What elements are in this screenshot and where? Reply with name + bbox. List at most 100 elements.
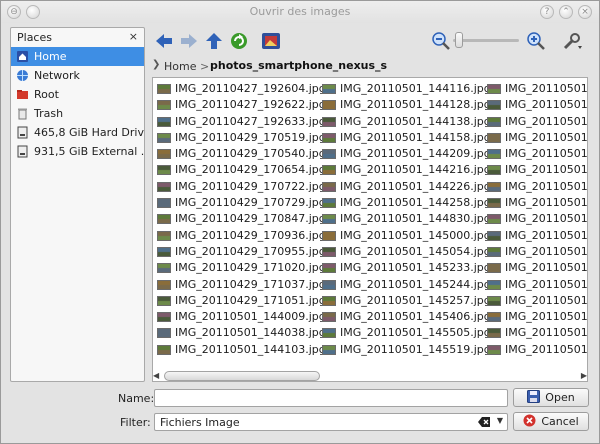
filter-combobox[interactable]: Fichiers Image ▼ — [154, 413, 508, 431]
file-item[interactable]: IMG_20110501_144216.jpg — [321, 162, 496, 178]
place-item-root[interactable]: Root — [11, 85, 144, 104]
options-icon[interactable] — [561, 30, 583, 52]
file-item[interactable]: IMG_20110429_170540.jpg — [156, 146, 331, 162]
image-thumbnail-icon — [157, 263, 171, 274]
scrollbar-track[interactable] — [164, 371, 576, 381]
maximize-icon[interactable]: ⌃ — [559, 5, 573, 19]
file-name: IMG_20110501_1 — [505, 310, 588, 324]
file-item[interactable]: IMG_20110501_144038.jpg — [156, 325, 331, 341]
file-item[interactable]: IMG_20110501_1 — [486, 195, 587, 211]
file-item[interactable]: IMG_20110501_145505.jpg — [321, 325, 496, 341]
preview-icon[interactable] — [260, 30, 282, 52]
place-item-external-drive[interactable]: 931,5 GiB External ... — [11, 142, 144, 161]
file-item[interactable]: IMG_20110501_145054.jpg — [321, 244, 496, 260]
image-thumbnail-icon — [322, 312, 336, 323]
dropdown-arrow-icon[interactable]: ▼ — [497, 416, 503, 425]
clear-filter-icon[interactable] — [478, 416, 491, 428]
title-bar[interactable]: ⊖ Ouvrir des images ? ⌃ × — [1, 1, 599, 23]
file-item[interactable]: IMG_20110501_1 — [486, 97, 587, 113]
file-item[interactable]: IMG_20110501_145519.jpg — [321, 342, 496, 358]
file-item[interactable]: IMG_20110501_1 — [486, 325, 587, 341]
file-item[interactable]: IMG_20110501_1 — [486, 228, 588, 244]
file-item[interactable]: IMG_20110429_171051.jpg — [156, 293, 331, 309]
file-item[interactable]: IMG_20110429_171020.jpg — [156, 260, 331, 276]
file-name: IMG_20110501_1 — [505, 163, 588, 177]
name-input[interactable] — [154, 389, 508, 407]
place-label: 931,5 GiB External ... — [34, 145, 144, 158]
zoom-out-icon[interactable] — [430, 30, 452, 52]
zoom-slider-thumb[interactable] — [455, 32, 463, 48]
file-item[interactable]: IMG_20110501_1 — [486, 309, 588, 325]
place-item-home[interactable]: Home — [11, 47, 144, 66]
file-item[interactable]: IMG_20110501_144116.jpg — [321, 81, 496, 97]
file-name: IMG_20110501_145000.jpg — [340, 228, 491, 242]
forward-icon[interactable] — [178, 30, 200, 52]
file-item[interactable]: IMG_20110501_1 — [486, 293, 587, 309]
close-window-icon[interactable]: × — [578, 5, 592, 19]
file-item[interactable]: IMG_20110501_1 — [486, 130, 587, 146]
file-item[interactable]: IMG_20110429_170955.jpg — [156, 244, 331, 260]
place-label: Trash — [34, 107, 64, 120]
horizontal-scrollbar[interactable]: ◀ ▶ — [152, 370, 588, 382]
back-icon[interactable] — [153, 30, 175, 52]
file-item[interactable]: IMG_20110501_1 — [486, 81, 587, 97]
file-item[interactable]: IMG_20110501_144226.jpg — [321, 179, 496, 195]
file-item[interactable]: IMG_20110429_170729.jpg — [156, 195, 331, 211]
file-item[interactable]: IMG_20110501_1 — [486, 162, 588, 178]
file-item[interactable]: IMG_20110427_192633.jpg — [156, 114, 331, 130]
file-item[interactable]: IMG_20110501_144830.jpg — [321, 211, 496, 227]
file-item[interactable]: IMG_20110501_144009.jpg — [156, 309, 331, 325]
place-item-network[interactable]: Network — [11, 66, 144, 85]
file-item[interactable]: IMG_20110429_170722.jpg — [156, 179, 331, 195]
place-item-trash[interactable]: Trash — [11, 104, 144, 123]
breadcrumb-arrow-icon[interactable]: ❯ — [152, 59, 160, 70]
scrollbar-thumb[interactable] — [164, 371, 320, 381]
file-item[interactable]: IMG_20110501_145257.jpg — [321, 293, 496, 309]
image-thumbnail-icon — [322, 214, 336, 225]
scroll-right-icon[interactable]: ▶ — [581, 371, 587, 380]
file-item[interactable]: IMG_20110501_1 — [486, 114, 587, 130]
breadcrumb-current[interactable]: photos_smartphone_nexus_s — [210, 59, 387, 72]
file-item[interactable]: IMG_20110501_144138.jpg — [321, 114, 496, 130]
file-item[interactable]: IMG_20110501_1 — [486, 260, 587, 276]
image-thumbnail-icon — [322, 132, 336, 143]
reload-icon[interactable] — [228, 30, 250, 52]
file-name: IMG_20110429_171051.jpg — [175, 293, 326, 307]
file-item[interactable]: IMG_20110501_1 — [486, 211, 587, 227]
open-button[interactable]: Open — [513, 388, 589, 407]
scroll-left-icon[interactable]: ◀ — [153, 371, 159, 380]
image-thumbnail-icon — [322, 279, 336, 290]
file-item[interactable]: IMG_20110427_192604.jpg — [156, 81, 331, 97]
image-thumbnail-icon — [487, 295, 501, 306]
file-name: IMG_20110501_1 — [505, 228, 588, 242]
file-item[interactable]: IMG_20110501_145244.jpg — [321, 277, 496, 293]
file-item[interactable]: IMG_20110501_144258.jpg — [321, 195, 496, 211]
image-thumbnail-icon — [487, 116, 501, 127]
file-item[interactable]: IMG_20110429_170519.jpg — [156, 130, 331, 146]
zoom-in-icon[interactable] — [525, 30, 547, 52]
file-item[interactable]: IMG_20110501_145406.jpg — [321, 309, 496, 325]
file-item[interactable]: IMG_20110501_1 — [486, 342, 587, 358]
file-item[interactable]: IMG_20110501_144158.jpg — [321, 130, 496, 146]
file-item[interactable]: IMG_20110429_170847.jpg — [156, 211, 331, 227]
file-item[interactable]: IMG_20110429_170654.jpg — [156, 162, 331, 178]
file-item[interactable]: IMG_20110501_145233.jpg — [321, 260, 496, 276]
file-item[interactable]: IMG_20110427_192622.jpg — [156, 97, 331, 113]
file-item[interactable]: IMG_20110501_1 — [486, 179, 587, 195]
place-item-hard-drive[interactable]: 465,8 GiB Hard Drive — [11, 123, 144, 142]
file-item[interactable]: IMG_20110501_144103.jpg — [156, 342, 331, 358]
breadcrumb-home[interactable]: Home — [164, 60, 196, 73]
file-item[interactable]: IMG_20110429_170936.jpg — [156, 228, 331, 244]
cancel-button[interactable]: Cancel — [513, 412, 589, 431]
file-item[interactable]: IMG_20110501_1 — [486, 244, 587, 260]
file-item[interactable]: IMG_20110501_1 — [486, 146, 587, 162]
close-places-button[interactable]: × — [129, 30, 138, 43]
image-thumbnail-icon — [157, 181, 171, 192]
file-item[interactable]: IMG_20110429_171037.jpg — [156, 277, 331, 293]
help-icon[interactable]: ? — [540, 5, 554, 19]
file-item[interactable]: IMG_20110501_145000.jpg — [321, 228, 496, 244]
file-item[interactable]: IMG_20110501_144128.jpg — [321, 97, 496, 113]
file-item[interactable]: IMG_20110501_1 — [486, 277, 587, 293]
up-icon[interactable] — [203, 30, 225, 52]
file-item[interactable]: IMG_20110501_144209.jpg — [321, 146, 496, 162]
